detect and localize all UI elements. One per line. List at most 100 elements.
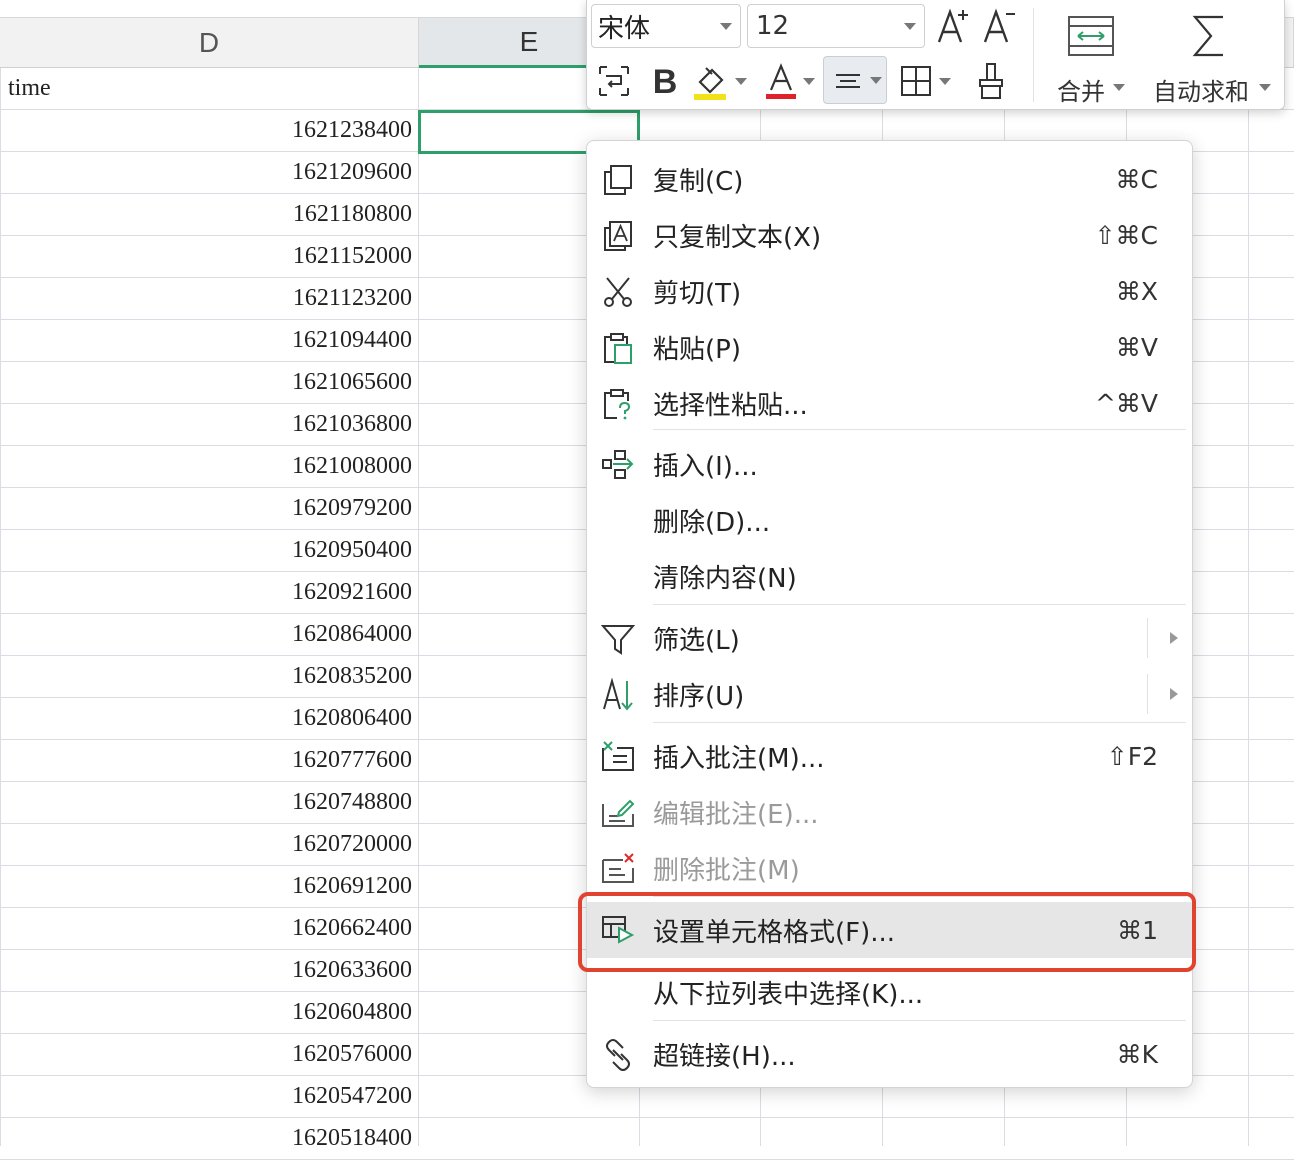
time-value-cell[interactable]: 1620864000 [4,614,414,655]
time-value-cell[interactable]: 1620576000 [4,1034,414,1075]
time-value-cell[interactable]: 1620950400 [4,530,414,571]
borders-icon[interactable] [897,62,935,100]
menu-separator [653,604,1186,605]
chevron-down-icon [870,77,882,84]
menu-item-15[interactable]: 从下拉列表中选择(K)... [587,964,1192,1020]
autosum-icon[interactable] [1185,12,1233,60]
shortcut-label: ^⌘V [1094,388,1158,418]
time-value-cell[interactable]: 1620662400 [4,908,414,949]
time-value-cell[interactable]: 1620835200 [4,656,414,697]
menu-item-1[interactable]: 复制(C) ⌘C [587,151,1192,207]
bold-icon[interactable]: B [645,60,685,104]
column-gridline [1248,68,1249,1146]
menu-item-13: 删除批注(M) [587,840,1192,896]
chevron-right-icon[interactable] [1170,632,1178,644]
font-size-dropdown[interactable]: 12 [747,4,925,48]
menu-separator [653,429,1186,430]
increase-font-size-icon[interactable] [933,6,973,46]
column-gridline [0,68,1,1146]
time-value-cell[interactable]: 1621008000 [4,446,414,487]
time-value-cell[interactable]: 1621209600 [4,152,414,193]
column-gridline [418,68,419,1146]
autosum-label[interactable]: 自动求和 [1153,72,1249,107]
toolbar-separator [1033,8,1034,102]
column-name-cell[interactable]: time [4,68,414,109]
submenu-divider [1147,618,1148,658]
time-value-cell[interactable]: 1620777600 [4,740,414,781]
edit-comment-icon [601,796,635,830]
copy-icon [601,163,635,197]
column-header-d[interactable]: D [0,18,419,68]
menu-item-11[interactable]: 插入批注(M)... ⇧F2 [587,728,1192,784]
menu-item-label: 清除内容(N) [653,563,797,594]
time-value-cell[interactable]: 1620518400 [4,1118,414,1159]
fill-color-icon[interactable] [691,60,731,104]
chevron-down-icon[interactable] [1113,84,1125,91]
menu-item-label: 只复制文本(X) [653,222,822,253]
menu-item-8[interactable]: 清除内容(N) [587,548,1192,604]
time-value-cell[interactable]: 1620806400 [4,698,414,739]
time-value-cell[interactable]: 1621238400 [4,110,414,151]
time-value-cell[interactable]: 1620547200 [4,1076,414,1117]
menu-separator [653,1020,1186,1021]
menu-item-16[interactable]: 超链接(H)... ⌘K [587,1026,1192,1082]
time-value-cell[interactable]: 1621094400 [4,320,414,361]
time-value-cell[interactable]: 1621180800 [4,194,414,235]
chevron-down-icon[interactable] [939,78,951,85]
time-value-cell[interactable]: 1620604800 [4,992,414,1033]
menu-item-12: 编辑批注(E)... [587,784,1192,840]
menu-item-7[interactable]: 删除(D)... [587,492,1192,548]
hyperlink-icon [601,1038,635,1072]
align-center-button[interactable] [823,56,887,104]
filter-icon [600,622,636,656]
time-value-cell[interactable]: 1620748800 [4,782,414,823]
time-value-cell[interactable]: 1620633600 [4,950,414,991]
menu-item-label: 编辑批注(E)... [653,799,819,830]
menu-item-label: 删除(D)... [653,507,771,538]
font-color-icon[interactable] [761,60,801,104]
font-name-value: 宋体 [598,13,651,44]
shortcut-label: ⇧⌘C [1094,220,1158,250]
highlight-annotation-box [578,892,1196,972]
sort-icon [601,677,635,712]
floating-format-toolbar: 宋体 12 B 合并 自动求和 [586,0,1285,110]
menu-item-9[interactable]: 筛选(L) [587,610,1192,666]
menu-item-label: 筛选(L) [653,625,740,656]
menu-item-10[interactable]: 排序(U) [587,666,1192,722]
chevron-down-icon [720,23,732,30]
decrease-font-size-icon[interactable] [979,6,1019,46]
time-value-cell[interactable]: 1620720000 [4,824,414,865]
menu-item-3[interactable]: 剪切(T) ⌘X [587,263,1192,319]
time-value-cell[interactable]: 1621123200 [4,278,414,319]
menu-item-label: 从下拉列表中选择(K)... [653,979,924,1010]
chevron-down-icon[interactable] [1259,84,1271,91]
font-name-dropdown[interactable]: 宋体 [591,4,741,48]
shortcut-label: ⌘V [1115,332,1158,362]
wrap-text-icon[interactable] [595,62,633,100]
copy-text-icon [601,219,635,253]
menu-item-label: 插入(I)... [653,451,758,482]
insert-icon [601,448,635,482]
chevron-down-icon[interactable] [803,78,815,85]
time-value-cell[interactable]: 1620921600 [4,572,414,613]
menu-item-5[interactable]: 选择性粘贴... ^⌘V [587,375,1192,431]
menu-item-2[interactable]: 只复制文本(X) ⇧⌘C [587,207,1192,263]
merge-cells-icon[interactable] [1065,12,1117,60]
table-row[interactable]: 1620518400 [0,1118,1294,1160]
time-value-cell[interactable]: 1620979200 [4,488,414,529]
menu-item-6[interactable]: 插入(I)... [587,436,1192,492]
menu-item-label: 剪切(T) [653,278,742,309]
chevron-down-icon[interactable] [735,78,747,85]
format-painter-icon[interactable] [973,60,1009,102]
menu-item-label: 选择性粘贴... [653,390,808,421]
merge-label[interactable]: 合并 [1057,72,1105,107]
time-value-cell[interactable]: 1621152000 [4,236,414,277]
chevron-right-icon[interactable] [1170,688,1178,700]
chevron-down-icon [904,23,916,30]
menu-item-label: 插入批注(M)... [653,743,825,774]
menu-item-4[interactable]: 粘贴(P) ⌘V [587,319,1192,375]
time-value-cell[interactable]: 1621065600 [4,362,414,403]
menu-item-label: 排序(U) [653,681,745,712]
time-value-cell[interactable]: 1620691200 [4,866,414,907]
time-value-cell[interactable]: 1621036800 [4,404,414,445]
